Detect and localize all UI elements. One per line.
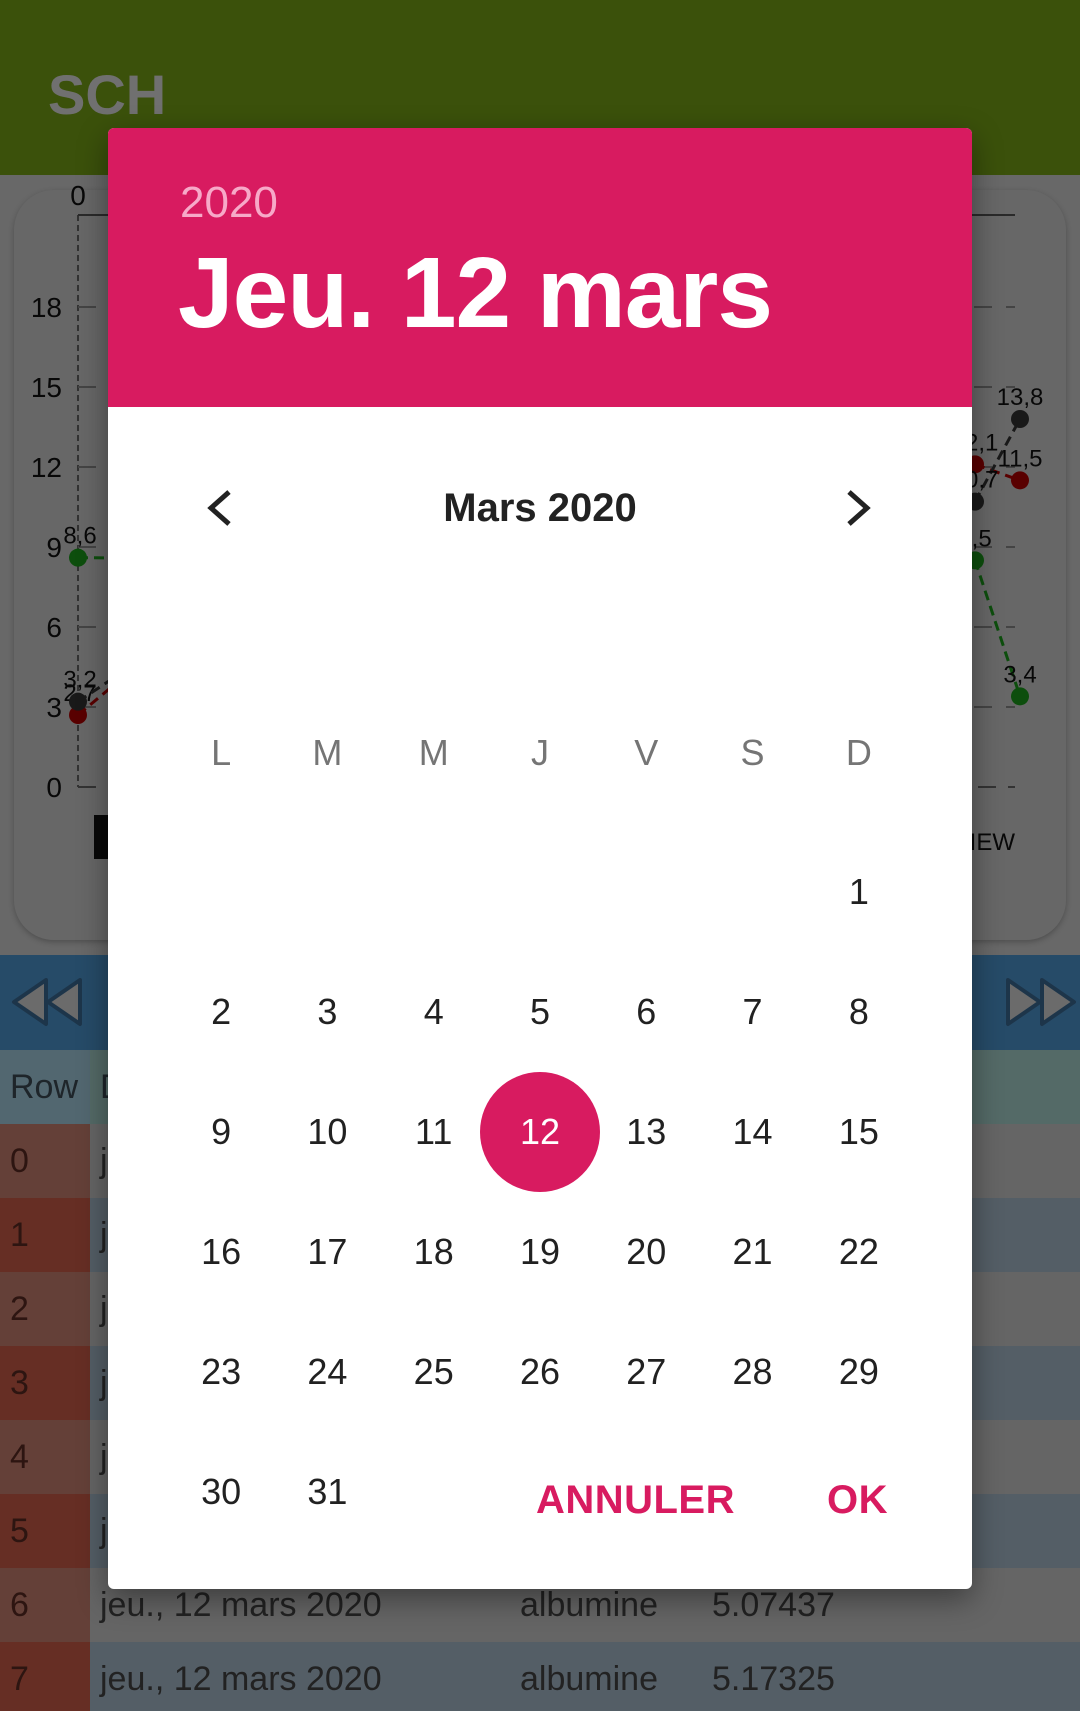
day-cell[interactable]: 30 (168, 1432, 274, 1552)
day-cell[interactable]: 11 (381, 1072, 487, 1192)
day-cell[interactable]: 10 (274, 1072, 380, 1192)
day-cell[interactable]: 15 (806, 1072, 912, 1192)
day-number: 10 (307, 1111, 348, 1152)
day-cell[interactable]: 13 (593, 1072, 699, 1192)
date-picker-header: 2020 Jeu. 12 mars (108, 128, 972, 407)
day-number: 24 (307, 1351, 348, 1392)
day-cell[interactable]: 16 (168, 1192, 274, 1312)
weekday-label: M (312, 732, 343, 773)
weekday-label: M (418, 732, 449, 773)
day-number: 28 (732, 1351, 773, 1392)
dialog-actions: ANNULER OK (536, 1478, 888, 1523)
date-picker-dialog: 2020 Jeu. 12 mars Mars 2020 LMMJVSD 1234… (108, 128, 972, 1589)
day-number: 21 (732, 1231, 773, 1272)
day-cell[interactable]: 28 (699, 1312, 805, 1432)
day-cell[interactable]: 8 (806, 952, 912, 1072)
day-number: 22 (838, 1231, 879, 1272)
empty-day-cell (168, 832, 274, 952)
empty-day-cell (593, 832, 699, 952)
selected-year[interactable]: 2020 (180, 178, 278, 228)
weekday-label: L (211, 732, 232, 773)
day-number: 2 (211, 991, 232, 1032)
day-number: 26 (519, 1351, 561, 1392)
weekday-header: LMMJVSD (168, 728, 912, 778)
day-number: 25 (413, 1351, 454, 1392)
weekday-label: D (845, 732, 872, 773)
day-cell[interactable]: 2 (168, 952, 274, 1072)
day-cell[interactable]: 7 (699, 952, 805, 1072)
day-number: 30 (201, 1471, 242, 1512)
day-cell[interactable]: 22 (806, 1192, 912, 1312)
empty-day-cell (274, 832, 380, 952)
day-number: 17 (307, 1231, 348, 1272)
empty-day-cell (699, 832, 805, 952)
month-navigation: Mars 2020 (108, 468, 972, 548)
day-number: 15 (838, 1111, 879, 1152)
day-cell[interactable]: 26 (487, 1312, 593, 1432)
day-number: 11 (415, 1111, 453, 1152)
weekday-label: V (634, 732, 659, 773)
day-number: 12 (519, 1111, 561, 1152)
day-cell[interactable]: 21 (699, 1192, 805, 1312)
day-cell[interactable]: 24 (274, 1312, 380, 1432)
day-number: 29 (838, 1351, 879, 1392)
day-number: 3 (317, 991, 338, 1032)
day-number: 6 (636, 991, 657, 1032)
day-cell[interactable]: 23 (168, 1312, 274, 1432)
day-selected[interactable]: 12 (487, 1072, 593, 1192)
empty-day-cell (487, 832, 593, 952)
day-cell[interactable]: 19 (487, 1192, 593, 1312)
day-number: 19 (519, 1231, 561, 1272)
day-number: 18 (413, 1231, 454, 1272)
day-number: 1 (848, 871, 869, 912)
calendar-grid: 1 2 3 4 5 6 7 8 9 10 11 12 13 14 15 16 17 18 19 20 21 22 23 24 2… (168, 832, 912, 1552)
day-cell[interactable]: 27 (593, 1312, 699, 1432)
day-number: 20 (626, 1231, 667, 1272)
day-cell[interactable]: 9 (168, 1072, 274, 1192)
day-number: 31 (307, 1471, 348, 1512)
day-cell[interactable]: 29 (806, 1312, 912, 1432)
selected-date[interactable]: Jeu. 12 mars (178, 236, 773, 351)
chevron-right-icon (847, 490, 871, 526)
day-number: 7 (742, 991, 763, 1032)
day-cell[interactable]: 5 (487, 952, 593, 1072)
day-cell[interactable]: 20 (593, 1192, 699, 1312)
day-cell[interactable]: 18 (381, 1192, 487, 1312)
day-number: 8 (848, 991, 869, 1032)
day-cell[interactable]: 31 (274, 1432, 380, 1552)
day-number: 23 (201, 1351, 242, 1392)
day-cell[interactable]: 6 (593, 952, 699, 1072)
day-number: 16 (201, 1231, 242, 1272)
weekday-label: S (740, 732, 765, 773)
day-number: 9 (211, 1111, 232, 1152)
day-cell[interactable]: 17 (274, 1192, 380, 1312)
weekday-label: J (530, 732, 549, 773)
day-cell[interactable]: 14 (699, 1072, 805, 1192)
day-number: 27 (626, 1351, 667, 1392)
day-number: 4 (423, 991, 444, 1032)
day-cell[interactable]: 3 (274, 952, 380, 1072)
next-month-button[interactable] (828, 478, 888, 538)
cancel-button[interactable]: ANNULER (536, 1478, 735, 1523)
day-cell[interactable]: 1 (806, 832, 912, 952)
day-number: 13 (626, 1111, 667, 1152)
day-number: 5 (529, 991, 550, 1032)
empty-day-cell (381, 832, 487, 952)
day-number: 14 (732, 1111, 773, 1152)
ok-button[interactable]: OK (827, 1478, 888, 1523)
day-cell[interactable]: 25 (381, 1312, 487, 1432)
day-cell[interactable]: 4 (381, 952, 487, 1072)
